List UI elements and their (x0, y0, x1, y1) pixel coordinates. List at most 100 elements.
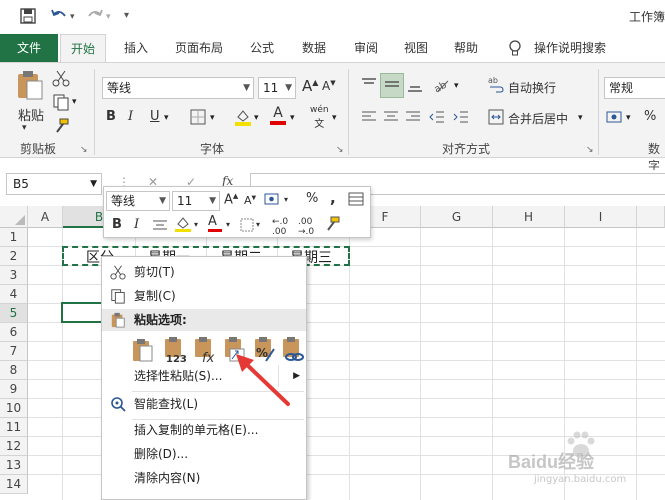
align-center-icon[interactable] (382, 109, 400, 128)
copy-dropdown-icon[interactable]: ▾ (72, 97, 77, 107)
mini-comma-button[interactable]: , (330, 189, 336, 207)
row-header-2[interactable]: 2 (0, 247, 28, 266)
cut-icon[interactable] (52, 69, 70, 90)
fill-color-icon[interactable] (234, 107, 252, 130)
paste-dropdown-icon[interactable]: ▾ (22, 123, 27, 133)
format-painter-icon[interactable] (52, 117, 70, 138)
row-header-9[interactable]: 9 (0, 380, 28, 399)
mini-center-align-icon[interactable] (152, 219, 168, 235)
tell-me-search[interactable]: 操作说明搜索 (530, 34, 610, 62)
column-header-a[interactable]: A (28, 206, 63, 228)
borders-dropdown-icon[interactable]: ▾ (210, 113, 215, 123)
percent-button[interactable]: % (644, 109, 656, 124)
name-box[interactable]: B5 ▼ (6, 173, 102, 195)
underline-dropdown-icon[interactable]: ▾ (164, 113, 169, 123)
merge-center-button[interactable]: 合并后居中 (508, 110, 568, 127)
row-header-12[interactable]: 12 (0, 437, 28, 456)
mini-accounting-dropdown-icon[interactable]: ▾ (284, 195, 288, 204)
clipboard-launcher-icon[interactable]: ↘ (80, 145, 88, 155)
align-right-icon[interactable] (404, 109, 422, 128)
tab-view[interactable]: 视图 (396, 34, 436, 62)
row-header-6[interactable]: 6 (0, 323, 28, 342)
row-header-5[interactable]: 5 (0, 304, 28, 323)
mini-format-painter-icon[interactable] (324, 216, 340, 236)
row-header-14[interactable]: 14 (0, 475, 28, 494)
paste-option-paste-icon[interactable] (130, 337, 156, 363)
italic-button[interactable]: I (128, 109, 133, 124)
font-color-dropdown-icon[interactable]: ▾ (290, 113, 295, 123)
orientation-icon[interactable]: ab (432, 77, 450, 96)
paste-icon[interactable] (16, 69, 44, 104)
decrease-font-icon[interactable]: A▼ (322, 79, 336, 93)
wrap-text-icon[interactable]: ab (488, 75, 504, 96)
column-header-i[interactable]: I (565, 206, 637, 228)
undo-icon[interactable] (50, 8, 68, 28)
mini-percent-button[interactable]: % (306, 191, 318, 206)
row-header-7[interactable]: 7 (0, 342, 28, 361)
phonetic-icon[interactable]: wén 文 (310, 105, 329, 130)
mini-decrease-decimal-icon[interactable]: .00 →.0 (298, 217, 314, 237)
paste-option-values-icon[interactable]: 123 (162, 337, 188, 365)
paste-button[interactable]: 粘贴 (16, 105, 46, 124)
accounting-dropdown-icon[interactable]: ▾ (626, 113, 631, 123)
bottom-align-icon[interactable] (406, 77, 424, 96)
menu-item-insert-copied-cells[interactable]: 插入复制的单元格(E)... (102, 419, 306, 441)
undo-dropdown-icon[interactable]: ▾ (70, 12, 75, 22)
merge-dropdown-icon[interactable]: ▾ (578, 113, 583, 123)
row-header-11[interactable]: 11 (0, 418, 28, 437)
mini-font-size-combo[interactable]: 11 ▼ (172, 191, 220, 211)
font-size-combo[interactable]: 11 ▼ (258, 77, 296, 99)
decrease-indent-icon[interactable] (428, 109, 446, 128)
selected-cell-b5[interactable] (61, 302, 103, 323)
accounting-format-icon[interactable] (606, 109, 624, 128)
mini-accounting-icon[interactable] (264, 192, 282, 210)
mini-borders-dropdown-icon[interactable]: ▾ (256, 220, 260, 229)
menu-item-cut[interactable]: 剪切(T) (102, 261, 306, 283)
customize-qat-icon[interactable]: ▾ (124, 10, 129, 21)
middle-align-icon[interactable] (380, 73, 404, 98)
increase-indent-icon[interactable] (452, 109, 470, 128)
tab-help[interactable]: 帮助 (446, 34, 486, 62)
mini-font-color-dropdown-icon[interactable]: ▾ (226, 220, 230, 229)
save-icon[interactable] (20, 8, 36, 28)
row-header-8[interactable]: 8 (0, 361, 28, 380)
redo-dropdown-icon[interactable]: ▾ (106, 12, 111, 22)
align-left-icon[interactable] (360, 109, 378, 128)
tab-insert[interactable]: 插入 (116, 34, 156, 62)
mini-fill-color-icon[interactable] (174, 215, 192, 237)
tab-page-layout[interactable]: 页面布局 (168, 34, 230, 62)
number-format-combo[interactable]: 常规 (604, 77, 665, 99)
underline-button[interactable]: U (150, 109, 160, 124)
borders-icon[interactable] (190, 109, 206, 128)
row-header-1[interactable]: 1 (0, 228, 28, 247)
row-header-4[interactable]: 4 (0, 285, 28, 304)
mini-decrease-font-icon[interactable]: A▼ (244, 194, 256, 207)
tab-data[interactable]: 数据 (294, 34, 334, 62)
alignment-launcher-icon[interactable]: ↘ (586, 145, 594, 155)
mini-increase-decimal-icon[interactable]: ←.0.00 (272, 217, 288, 237)
column-header-h[interactable]: H (493, 206, 565, 228)
mini-format-table-icon[interactable] (348, 192, 364, 210)
copy-icon[interactable] (52, 93, 70, 114)
select-all-corner[interactable] (0, 206, 28, 228)
row-header-13[interactable]: 13 (0, 456, 28, 475)
mini-borders-icon[interactable] (240, 218, 254, 236)
fill-color-dropdown-icon[interactable]: ▾ (254, 113, 259, 123)
increase-font-icon[interactable]: A▲ (302, 77, 318, 95)
mini-font-color-icon[interactable]: A (208, 214, 222, 232)
mini-bold-button[interactable]: B (112, 217, 122, 232)
column-header-j[interactable] (637, 206, 665, 228)
mini-italic-button[interactable]: I (134, 217, 139, 232)
font-name-combo[interactable]: 等线 ▼ (102, 77, 254, 99)
phonetic-dropdown-icon[interactable]: ▾ (332, 113, 337, 123)
column-header-g[interactable]: G (421, 206, 493, 228)
merge-center-icon[interactable] (488, 109, 504, 128)
mini-font-name-combo[interactable]: 等线 ▼ (106, 191, 170, 211)
bold-button[interactable]: B (106, 109, 116, 124)
top-align-icon[interactable] (360, 77, 378, 96)
menu-item-clear-contents[interactable]: 清除内容(N) (102, 467, 306, 489)
font-color-icon[interactable]: A (270, 105, 286, 125)
menu-item-delete[interactable]: 删除(D)... (102, 443, 306, 465)
mini-increase-font-icon[interactable]: A▲ (224, 192, 238, 207)
tab-home[interactable]: 开始 (60, 34, 106, 62)
